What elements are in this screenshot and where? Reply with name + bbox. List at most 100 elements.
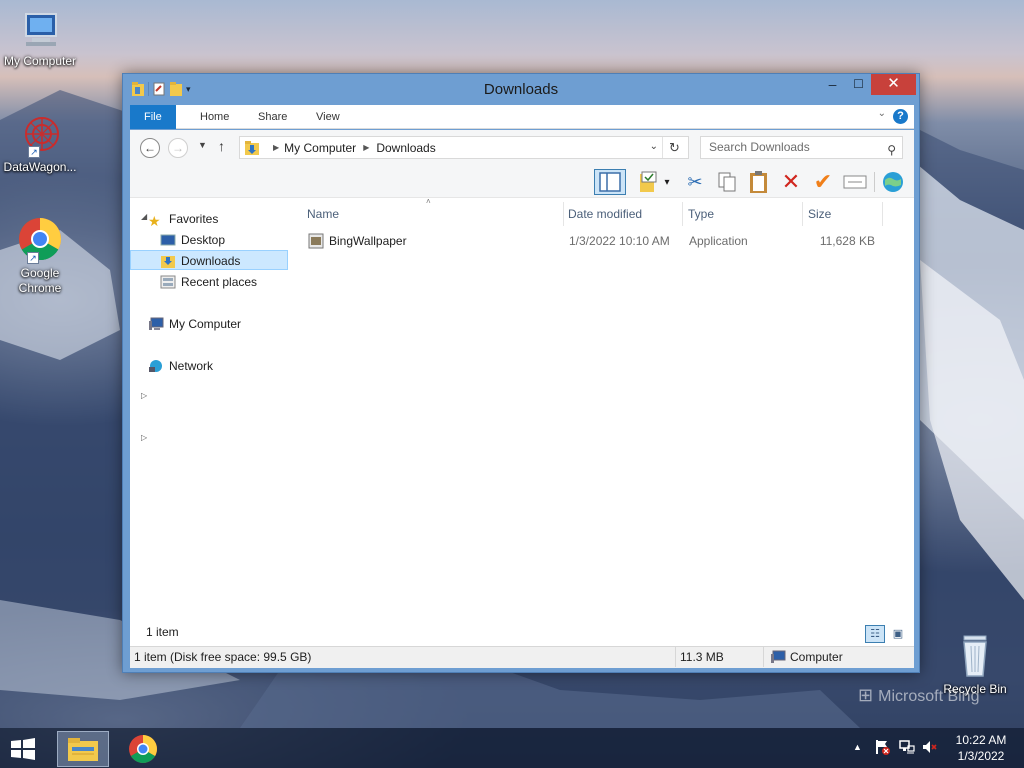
network-icon — [148, 359, 164, 373]
status-disk-space: 1 item (Disk free space: 99.5 GB) — [130, 647, 676, 667]
tab-file[interactable]: File — [130, 105, 176, 129]
column-header-date-modified[interactable]: Date modified — [563, 202, 683, 226]
nav-item-network[interactable]: Network — [130, 356, 288, 376]
desktop-icon — [160, 233, 176, 247]
refresh-icon[interactable]: ↻ — [662, 137, 686, 158]
breadcrumb-downloads[interactable]: Downloads — [376, 141, 435, 155]
preview-pane-button[interactable] — [594, 169, 626, 195]
file-type: Application — [689, 234, 748, 248]
copy-icon[interactable] — [714, 169, 740, 195]
shortcut-arrow-icon: ↗ — [27, 252, 39, 264]
file-explorer-icon — [68, 738, 98, 761]
item-count: 1 item — [146, 625, 179, 639]
network-globe-icon[interactable] — [880, 169, 906, 195]
clock-date: 1/3/2022 — [957, 749, 1005, 763]
minimize-button[interactable]: – — [819, 74, 846, 95]
status-location: Computer — [764, 647, 914, 667]
properties-check-icon[interactable]: ✔ — [810, 169, 836, 195]
forward-button[interactable]: → — [168, 138, 188, 158]
column-header-name[interactable]: Name — [302, 202, 564, 226]
up-button[interactable]: ↑ — [218, 138, 225, 154]
explorer-window: ▾ Downloads – ☐ ✕ File Home Share View ⌄… — [122, 73, 920, 673]
bing-watermark-text: Microsoft Bing — [878, 688, 980, 705]
expand-arrow-icon[interactable]: ▷ — [141, 391, 147, 400]
tab-home[interactable]: Home — [186, 105, 243, 129]
shortcut-arrow-icon: ↗ — [28, 146, 40, 158]
back-button[interactable]: ← — [140, 138, 160, 158]
address-dropdown-icon[interactable]: ⌄ — [650, 141, 658, 152]
taskbar: ▲ 10:22 AM 1/3/2022 — [0, 728, 1024, 768]
nav-label: My Computer — [169, 317, 242, 331]
desktop-icon-datawagon[interactable]: ↗ DataWagon... — [0, 112, 80, 175]
nav-label: Network — [169, 359, 214, 373]
column-header-type[interactable]: Type — [683, 202, 803, 226]
title-bar[interactable]: ▾ Downloads – ☐ ✕ — [123, 74, 919, 104]
close-button[interactable]: ✕ — [871, 74, 916, 95]
delete-icon[interactable]: ✕ — [778, 169, 804, 195]
cut-icon[interactable]: ✂ — [682, 169, 708, 195]
nav-item-downloads[interactable]: Downloads — [130, 250, 288, 270]
nav-item-desktop[interactable]: Desktop — [130, 230, 288, 250]
star-icon: ★ — [148, 213, 161, 229]
large-icons-view-button[interactable]: ▣ — [888, 625, 908, 643]
file-size: 11,628 KB — [819, 234, 875, 248]
volume-muted-icon[interactable] — [922, 739, 938, 758]
chevron-down-icon[interactable]: ▾ — [660, 169, 674, 195]
nav-item-recent-places[interactable]: Recent places — [130, 272, 288, 292]
downloads-folder-icon — [160, 254, 176, 268]
network-status-icon[interactable] — [899, 739, 915, 758]
recycle-bin-icon — [955, 632, 995, 680]
nav-label: Desktop — [181, 233, 226, 247]
column-header-size[interactable]: Size — [803, 202, 883, 226]
action-center-icon[interactable] — [874, 739, 890, 758]
search-placeholder: Search Downloads — [709, 140, 810, 154]
start-button[interactable] — [0, 731, 46, 767]
search-icon[interactable]: ⚲ — [887, 140, 896, 161]
taskbar-google-chrome[interactable] — [120, 731, 166, 767]
computer-icon — [18, 8, 62, 52]
nav-item-my-computer[interactable]: My Computer — [130, 314, 288, 334]
nav-label: Downloads — [181, 254, 241, 268]
navigation-pane: ◢ ★ Favorites Desktop Downloads Recent pl… — [130, 198, 290, 642]
item-count-bar: 1 item ☷ ▣ — [130, 620, 914, 646]
taskbar-file-explorer[interactable] — [57, 731, 109, 767]
paste-icon[interactable] — [746, 169, 772, 195]
breadcrumb-my-computer[interactable]: My Computer — [284, 141, 356, 155]
tab-share[interactable]: Share — [244, 105, 301, 129]
chrome-icon: ↗ — [17, 216, 63, 264]
windows-logo-icon: ⊞ — [858, 685, 874, 705]
details-view-button[interactable]: ☷ — [865, 625, 885, 643]
address-bar-row: ← → ▼ ↑ ▶ My Computer ▶ Downloads ⌄ ↻ Se… — [130, 130, 914, 166]
nav-label: Recent places — [181, 275, 258, 289]
desktop-icon-google-chrome[interactable]: ↗ Google Chrome — [0, 216, 80, 296]
status-selected-size: 11.3 MB — [676, 647, 764, 667]
show-hidden-icons[interactable]: ▲ — [853, 742, 862, 752]
status-bar: 1 item (Disk free space: 99.5 GB) 11.3 M… — [130, 646, 914, 668]
file-row[interactable]: BingWallpaper 1/3/2022 10:10 AM Applicat… — [302, 231, 888, 251]
breadcrumb-separator: ▶ — [363, 143, 370, 152]
expand-arrow-icon[interactable]: ▷ — [141, 433, 147, 442]
nav-label: Favorites — [169, 212, 219, 226]
breadcrumb-separator: ▶ — [273, 143, 280, 152]
bing-watermark: ⊞ Microsoft Bing — [858, 685, 979, 706]
search-input[interactable]: Search Downloads ⚲ — [700, 136, 903, 159]
address-input[interactable]: ▶ My Computer ▶ Downloads ⌄ ↻ — [239, 136, 689, 159]
content-area: ◢ ★ Favorites Desktop Downloads Recent pl… — [130, 197, 914, 642]
rename-icon[interactable] — [842, 169, 868, 195]
divider — [874, 172, 875, 192]
chrome-icon — [129, 735, 157, 763]
help-icon[interactable]: ? — [893, 109, 908, 124]
desktop-icon-label: DataWagon... — [3, 160, 77, 174]
computer-icon — [770, 650, 786, 664]
computer-icon — [148, 317, 164, 331]
file-date-modified: 1/3/2022 10:10 AM — [569, 234, 670, 248]
folder-options-icon[interactable] — [636, 169, 662, 195]
desktop-icon-my-computer[interactable]: My Computer — [0, 8, 80, 69]
recent-locations-icon[interactable]: ▼ — [198, 140, 207, 150]
nav-item-favorites[interactable]: ★ Favorites — [130, 209, 288, 229]
expand-ribbon-icon[interactable]: ⌄ — [878, 108, 886, 119]
tab-view[interactable]: View — [302, 105, 354, 129]
maximize-button[interactable]: ☐ — [845, 74, 872, 95]
taskbar-clock[interactable]: 10:22 AM 1/3/2022 — [946, 732, 1016, 764]
windows-logo-icon — [11, 738, 35, 760]
